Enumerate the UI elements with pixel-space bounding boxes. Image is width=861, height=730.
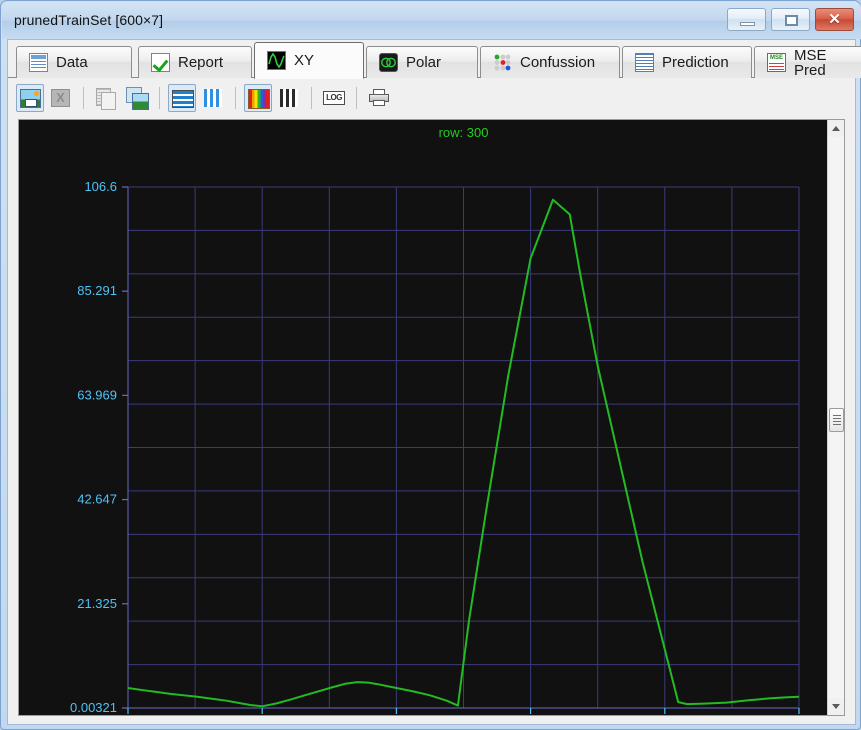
polar-icon xyxy=(379,53,398,72)
y-tick-label: 21.325 xyxy=(77,596,117,611)
y-tick-label: 0.00321 xyxy=(70,700,117,715)
vertical-bars-icon xyxy=(204,88,222,107)
print-icon xyxy=(369,88,389,106)
y-tick-label: 63.969 xyxy=(77,387,117,402)
xy-plot: row: 300 0.00321 21.325 42.647 63.969 85.291 1… xyxy=(70,125,800,715)
xy-chart-panel[interactable]: row: 300 0.00321 21.325 42.647 63.969 85.291 1… xyxy=(18,119,845,716)
scroll-down-button[interactable] xyxy=(828,698,844,715)
print-button[interactable] xyxy=(365,84,393,112)
tab-mse-pred[interactable]: MSE MSE Pred xyxy=(754,46,861,78)
close-icon: ✕ xyxy=(828,11,841,28)
window-client-area: Data Report XY Polar Confussion Predicti… xyxy=(7,39,861,725)
toolbar-separator-1 xyxy=(83,86,84,109)
tab-confussion[interactable]: Confussion xyxy=(480,46,620,78)
mse-icon-grid xyxy=(769,63,784,70)
tab-polar[interactable]: Polar xyxy=(366,46,478,78)
scroll-up-button[interactable] xyxy=(828,120,844,137)
copy-icon xyxy=(96,87,116,110)
tab-polar-label: Polar xyxy=(406,54,442,71)
mse-icon: MSE xyxy=(767,53,786,72)
horizontal-bars-icon xyxy=(172,89,194,108)
tab-mse-pred-label: MSE Pred xyxy=(794,46,827,79)
save-image-icon xyxy=(20,88,41,108)
tab-data[interactable]: Data xyxy=(16,46,132,78)
tab-report[interactable]: Report xyxy=(138,46,252,78)
vertical-bars-button[interactable] xyxy=(199,84,227,112)
excel-icon: X xyxy=(51,88,70,107)
save-image-button[interactable] xyxy=(16,83,44,112)
y-tick-label: 42.647 xyxy=(77,492,117,507)
y-tick-label: 106.6 xyxy=(84,179,117,194)
tab-data-label: Data xyxy=(56,54,88,71)
minimize-icon xyxy=(740,22,755,26)
mse-icon-label: MSE xyxy=(768,54,785,62)
tab-xy[interactable]: XY xyxy=(254,42,364,79)
checkmark-icon xyxy=(151,53,170,72)
copy-button[interactable] xyxy=(92,84,120,112)
minimize-button[interactable] xyxy=(727,8,766,31)
log-icon: LOG xyxy=(323,90,345,105)
maximize-button[interactable] xyxy=(771,8,810,31)
gray-palette-icon xyxy=(280,88,298,107)
toolbar-separator-4 xyxy=(311,86,312,109)
tab-xy-label: XY xyxy=(294,52,315,69)
table-icon xyxy=(29,53,48,72)
confusion-icon xyxy=(493,53,512,72)
copy-image-button[interactable] xyxy=(123,84,151,112)
tab-prediction-label: Prediction xyxy=(662,54,729,71)
application-window: prunedTrainSet [600×7] ✕ Data Report XY … xyxy=(0,0,861,730)
toolbar-separator-3 xyxy=(235,86,236,109)
window-controls: ✕ xyxy=(727,8,854,32)
scrollbar-thumb[interactable] xyxy=(829,408,844,432)
maximize-icon xyxy=(785,15,798,26)
tab-prediction[interactable]: Prediction xyxy=(622,46,752,78)
tab-confussion-label: Confussion xyxy=(520,54,596,71)
toolbar-separator-2 xyxy=(159,86,160,109)
horizontal-bars-button[interactable] xyxy=(168,83,196,112)
copy-image-icon xyxy=(126,86,149,110)
title-bar: prunedTrainSet [600×7] ✕ xyxy=(2,2,861,39)
close-button[interactable]: ✕ xyxy=(815,8,854,31)
export-excel-button[interactable]: X xyxy=(47,84,75,112)
xy-wave-icon xyxy=(267,51,286,70)
window-title: prunedTrainSet [600×7] xyxy=(14,12,164,28)
chart-toolbar: X LOG xyxy=(8,78,855,117)
log-scale-button[interactable]: LOG xyxy=(320,84,348,112)
prediction-icon xyxy=(635,53,654,72)
chart-vertical-scrollbar[interactable] xyxy=(827,120,844,715)
y-tick-label: 85.291 xyxy=(77,283,117,298)
chart-title: row: 300 xyxy=(439,125,489,140)
gray-bars-button[interactable] xyxy=(275,84,303,112)
tab-bar: Data Report XY Polar Confussion Predicti… xyxy=(8,40,861,79)
color-bars-button[interactable] xyxy=(244,83,272,112)
tab-report-label: Report xyxy=(178,54,224,71)
toolbar-separator-5 xyxy=(356,86,357,109)
color-palette-icon xyxy=(248,88,270,109)
